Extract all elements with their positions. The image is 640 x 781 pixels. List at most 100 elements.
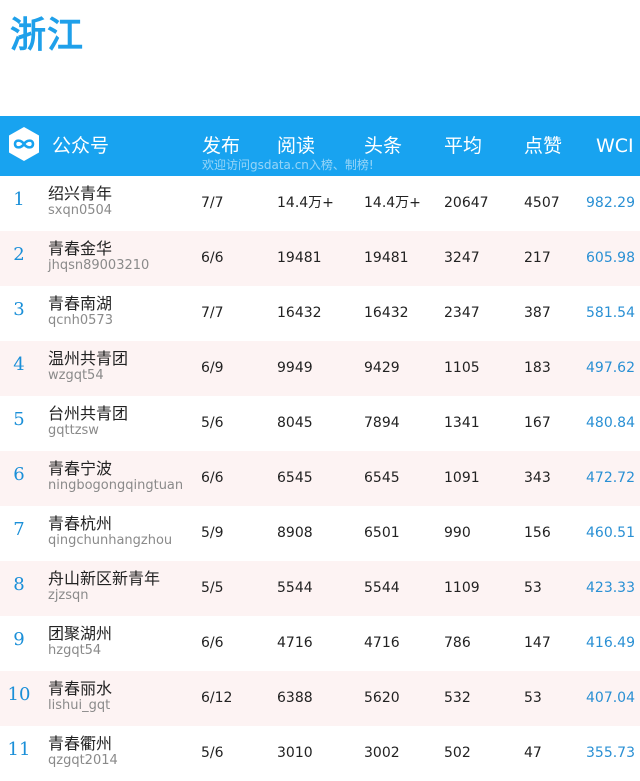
- likes-count: 147: [524, 635, 551, 651]
- rank-number: 1: [13, 189, 25, 210]
- account-id: hzgqt54: [48, 643, 102, 658]
- wci-score: 460.51: [586, 525, 635, 541]
- top-read-count: 4716: [364, 635, 400, 651]
- infinity-logo-icon: [6, 126, 42, 162]
- table-row[interactable]: 6 青春宁波 ningbogongqingtuan 6/6 6545 6545 …: [0, 451, 640, 506]
- likes-count: 53: [524, 580, 542, 596]
- average-read: 1105: [444, 360, 480, 376]
- wci-score: 982.29: [586, 195, 635, 211]
- watermark-text: 欢迎访问gsdata.cn入榜、制榜!: [202, 158, 374, 172]
- rank-number: 7: [13, 519, 25, 540]
- account-id: zjzsqn: [48, 588, 89, 603]
- average-read: 1091: [444, 470, 480, 486]
- table-row[interactable]: 2 青春金华 jhqsn89003210 6/6 19481 19481 324…: [0, 231, 640, 286]
- read-count: 6545: [277, 470, 313, 486]
- likes-count: 183: [524, 360, 551, 376]
- likes-count: 47: [524, 745, 542, 761]
- likes-count: 53: [524, 690, 542, 706]
- likes-count: 167: [524, 415, 551, 431]
- table-row[interactable]: 4 温州共青团 wzgqt54 6/9 9949 9429 1105 183 4…: [0, 341, 640, 396]
- table-row[interactable]: 5 台州共青团 gqttzsw 5/6 8045 7894 1341 167 4…: [0, 396, 640, 451]
- top-read-count: 14.4万+: [364, 195, 421, 211]
- top-read-count: 3002: [364, 745, 400, 761]
- rank-number: 3: [13, 299, 25, 320]
- top-read-count: 9429: [364, 360, 400, 376]
- column-header-top[interactable]: 头条: [364, 134, 402, 158]
- account-name[interactable]: 青春宁波: [48, 459, 112, 479]
- average-read: 1109: [444, 580, 480, 596]
- account-name[interactable]: 绍兴青年: [48, 184, 112, 204]
- read-count: 14.4万+: [277, 195, 334, 211]
- read-count: 3010: [277, 745, 313, 761]
- account-id: wzgqt54: [48, 368, 104, 383]
- average-read: 2347: [444, 305, 480, 321]
- column-header-publish[interactable]: 发布: [202, 134, 240, 158]
- account-id: qcnh0573: [48, 313, 113, 328]
- column-header-likes[interactable]: 点赞: [524, 134, 562, 158]
- read-count: 8908: [277, 525, 313, 541]
- account-name[interactable]: 舟山新区新青年: [48, 569, 160, 589]
- account-name[interactable]: 青春丽水: [48, 679, 112, 699]
- table-row[interactable]: 3 青春南湖 qcnh0573 7/7 16432 16432 2347 387…: [0, 286, 640, 341]
- top-read-count: 5620: [364, 690, 400, 706]
- column-header-average[interactable]: 平均: [444, 134, 482, 158]
- wci-score: 581.54: [586, 305, 635, 321]
- wci-score: 480.84: [586, 415, 635, 431]
- read-count: 8045: [277, 415, 313, 431]
- table-row[interactable]: 11 青春衢州 qzgqt2014 5/6 3010 3002 502 47 3…: [0, 726, 640, 781]
- wci-score: 407.04: [586, 690, 635, 706]
- account-id: lishui_gqt: [48, 698, 111, 713]
- read-count: 6388: [277, 690, 313, 706]
- account-name[interactable]: 青春南湖: [48, 294, 112, 314]
- account-name[interactable]: 青春金华: [48, 239, 112, 259]
- account-name[interactable]: 团聚湖州: [48, 624, 112, 644]
- read-count: 19481: [277, 250, 322, 266]
- publish-count: 6/6: [201, 635, 224, 651]
- average-read: 532: [444, 690, 471, 706]
- top-read-count: 7894: [364, 415, 400, 431]
- publish-count: 5/6: [201, 745, 224, 761]
- account-id: qzgqt2014: [48, 753, 118, 768]
- account-name[interactable]: 青春杭州: [48, 514, 112, 534]
- wci-score: 605.98: [586, 250, 635, 266]
- wci-score: 497.62: [586, 360, 635, 376]
- account-name[interactable]: 青春衢州: [48, 734, 112, 754]
- column-header-wci[interactable]: WCI: [596, 134, 634, 158]
- rank-number: 10: [7, 684, 31, 705]
- account-id: qingchunhangzhou: [48, 533, 173, 548]
- table-row[interactable]: 8 舟山新区新青年 zjzsqn 5/5 5544 5544 1109 53 4…: [0, 561, 640, 616]
- account-id: gqttzsw: [48, 423, 99, 438]
- top-read-count: 6501: [364, 525, 400, 541]
- column-header-account[interactable]: 公众号: [52, 134, 109, 158]
- table-row[interactable]: 10 青春丽水 lishui_gqt 6/12 6388 5620 532 53…: [0, 671, 640, 726]
- account-id: ningbogongqingtuan: [48, 478, 184, 493]
- read-count: 4716: [277, 635, 313, 651]
- average-read: 1341: [444, 415, 480, 431]
- rank-number: 4: [13, 354, 25, 375]
- average-read: 3247: [444, 250, 480, 266]
- table-row[interactable]: 1 绍兴青年 sxqn0504 7/7 14.4万+ 14.4万+ 20647 …: [0, 176, 640, 231]
- likes-count: 217: [524, 250, 551, 266]
- page-title: 浙江: [10, 15, 85, 56]
- top-read-count: 16432: [364, 305, 409, 321]
- rank-number: 2: [13, 244, 25, 265]
- account-name[interactable]: 温州共青团: [48, 349, 128, 369]
- read-count: 5544: [277, 580, 313, 596]
- likes-count: 387: [524, 305, 551, 321]
- column-header-read[interactable]: 阅读: [277, 134, 315, 158]
- publish-count: 6/9: [201, 360, 224, 376]
- publish-count: 7/7: [201, 195, 224, 211]
- rank-number: 11: [7, 739, 31, 760]
- table-row[interactable]: 7 青春杭州 qingchunhangzhou 5/9 8908 6501 99…: [0, 506, 640, 561]
- rank-number: 8: [13, 574, 25, 595]
- table-header: 公众号 发布 阅读 头条 平均 点赞 WCI 欢迎访问gsdata.cn入榜、制…: [0, 116, 640, 176]
- wci-score: 472.72: [586, 470, 635, 486]
- wci-score: 416.49: [586, 635, 635, 651]
- likes-count: 343: [524, 470, 551, 486]
- wci-score: 423.33: [586, 580, 635, 596]
- table-row[interactable]: 9 团聚湖州 hzgqt54 6/6 4716 4716 786 147 416…: [0, 616, 640, 671]
- average-read: 786: [444, 635, 471, 651]
- account-name[interactable]: 台州共青团: [48, 404, 128, 424]
- top-read-count: 19481: [364, 250, 409, 266]
- publish-count: 6/12: [201, 690, 233, 706]
